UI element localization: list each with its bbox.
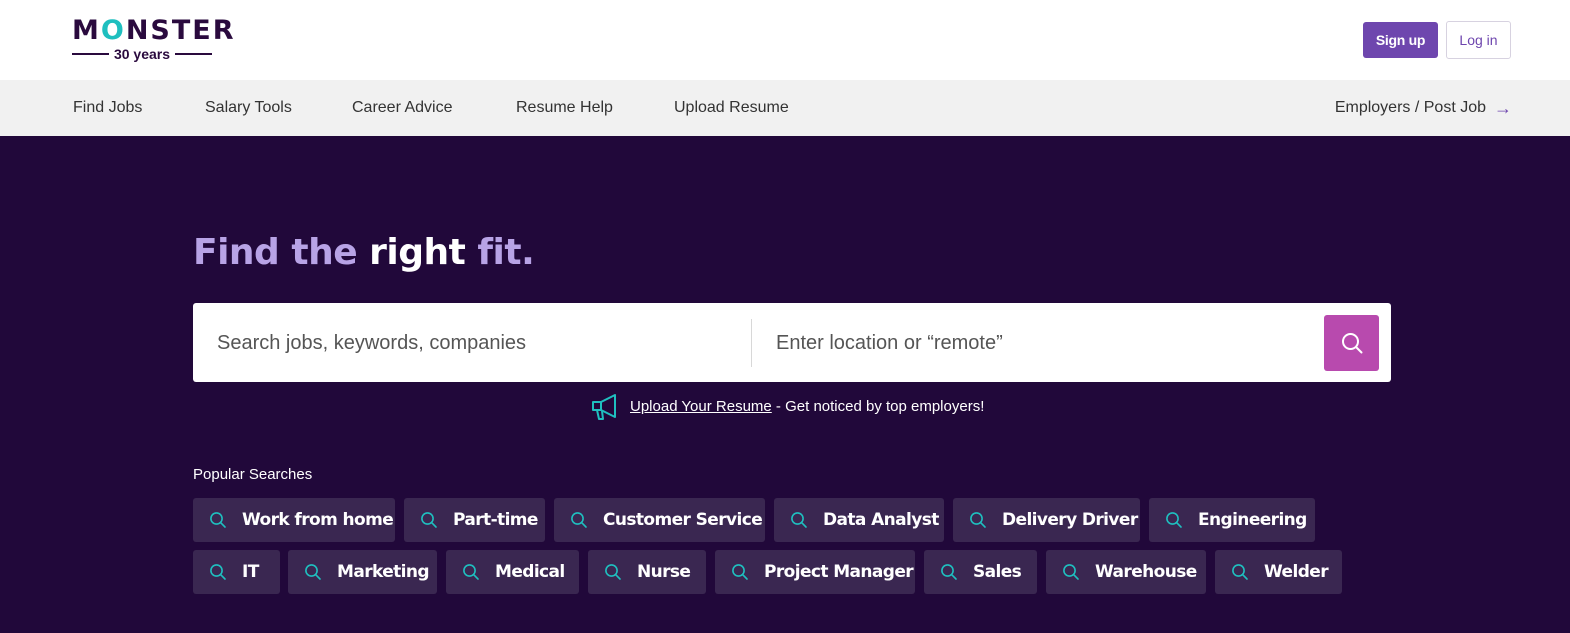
- employers-post-job-link[interactable]: Employers / Post Job →: [1335, 99, 1512, 117]
- chip-label: Project Manager: [764, 562, 914, 582]
- popular-search-chip[interactable]: Delivery Driver: [953, 498, 1140, 542]
- chip-label: Warehouse: [1095, 562, 1197, 582]
- chip-label: Nurse: [637, 562, 691, 582]
- location-input[interactable]: [776, 327, 1296, 359]
- popular-searches-label: Popular Searches: [193, 466, 313, 483]
- popular-search-chip[interactable]: Data Analyst: [774, 498, 944, 542]
- popular-search-chip[interactable]: Sales: [924, 550, 1037, 594]
- search-icon: [970, 512, 986, 528]
- search-icon: [732, 564, 748, 580]
- employers-post-job-label: Employers / Post Job: [1334, 99, 1486, 116]
- popular-search-chip[interactable]: Welder: [1215, 550, 1342, 594]
- nav-item-salary-tools[interactable]: Salary Tools: [205, 99, 292, 117]
- chip-label: Part-time: [453, 510, 538, 530]
- popular-search-chip[interactable]: Marketing: [288, 550, 437, 594]
- upload-resume-promo: Upload Your Resume - Get noticed by top …: [590, 392, 984, 422]
- chip-label: Welder: [1264, 562, 1329, 582]
- search-icon: [210, 512, 226, 528]
- chip-label: Work from home: [242, 510, 394, 530]
- chip-label: Medical: [495, 562, 565, 582]
- nav-item-resume-help[interactable]: Resume Help: [516, 99, 613, 117]
- upload-resume-tail: - Get noticed by top employers!: [771, 398, 985, 415]
- nav-item-career-advice[interactable]: Career Advice: [352, 99, 453, 117]
- chip-label: Customer Service: [603, 510, 763, 530]
- search-divider: [751, 319, 752, 367]
- search-icon: [605, 564, 621, 580]
- logo-tagline-text: 30 years: [113, 46, 171, 62]
- search-icon: [463, 564, 479, 580]
- popular-search-chip[interactable]: Medical: [446, 550, 579, 594]
- chip-label: Marketing: [337, 562, 430, 582]
- popular-search-chip[interactable]: Customer Service: [554, 498, 765, 542]
- megaphone-icon: [592, 394, 616, 420]
- popular-search-chip[interactable]: IT: [193, 550, 280, 594]
- hero-headline: Find the right fit.: [193, 232, 535, 273]
- chip-label: Engineering: [1198, 510, 1307, 530]
- search-icon: [210, 564, 226, 580]
- search-icon: [941, 564, 957, 580]
- popular-search-chip[interactable]: Engineering: [1149, 498, 1315, 542]
- arrow-right-icon: →: [1494, 98, 1512, 118]
- popular-search-chip[interactable]: Work from home: [193, 498, 395, 542]
- chip-label: Data Analyst: [823, 510, 939, 530]
- logo-tagline: 30 years: [72, 45, 212, 63]
- popular-search-chip[interactable]: Warehouse: [1046, 550, 1206, 594]
- search-icon: [305, 564, 321, 580]
- top-header: MONSTER 30 years Sign up Log in: [0, 0, 1570, 80]
- search-icon: [571, 512, 587, 528]
- popular-search-chip[interactable]: Project Manager: [715, 550, 915, 594]
- chip-label: Sales: [973, 562, 1022, 582]
- search-icon: [1341, 333, 1362, 354]
- search-icon: [791, 512, 807, 528]
- chip-label: Delivery Driver: [1002, 510, 1138, 530]
- log-in-button[interactable]: Log in: [1446, 21, 1511, 59]
- popular-search-chip[interactable]: Part-time: [404, 498, 545, 542]
- search-icon: [1063, 564, 1079, 580]
- keywords-search-input[interactable]: [217, 327, 737, 359]
- monster-logo[interactable]: MONSTER 30 years: [72, 14, 234, 64]
- search-submit-button[interactable]: [1324, 315, 1379, 371]
- main-nav: Find Jobs Salary Tools Career Advice Res…: [0, 80, 1570, 136]
- hero-section: Find the right fit. Upload Your Resume -…: [0, 136, 1570, 633]
- logo-wordmark: MONSTER: [72, 15, 236, 46]
- chip-label: IT: [242, 562, 259, 582]
- sign-up-button[interactable]: Sign up: [1363, 22, 1438, 58]
- upload-resume-link[interactable]: Upload Your Resume: [630, 398, 772, 415]
- job-search-box: [193, 303, 1391, 382]
- search-icon: [1232, 564, 1248, 580]
- popular-search-chip[interactable]: Nurse: [588, 550, 706, 594]
- search-icon: [421, 512, 437, 528]
- nav-item-find-jobs[interactable]: Find Jobs: [73, 99, 142, 117]
- nav-item-upload-resume[interactable]: Upload Resume: [674, 99, 789, 117]
- search-icon: [1166, 512, 1182, 528]
